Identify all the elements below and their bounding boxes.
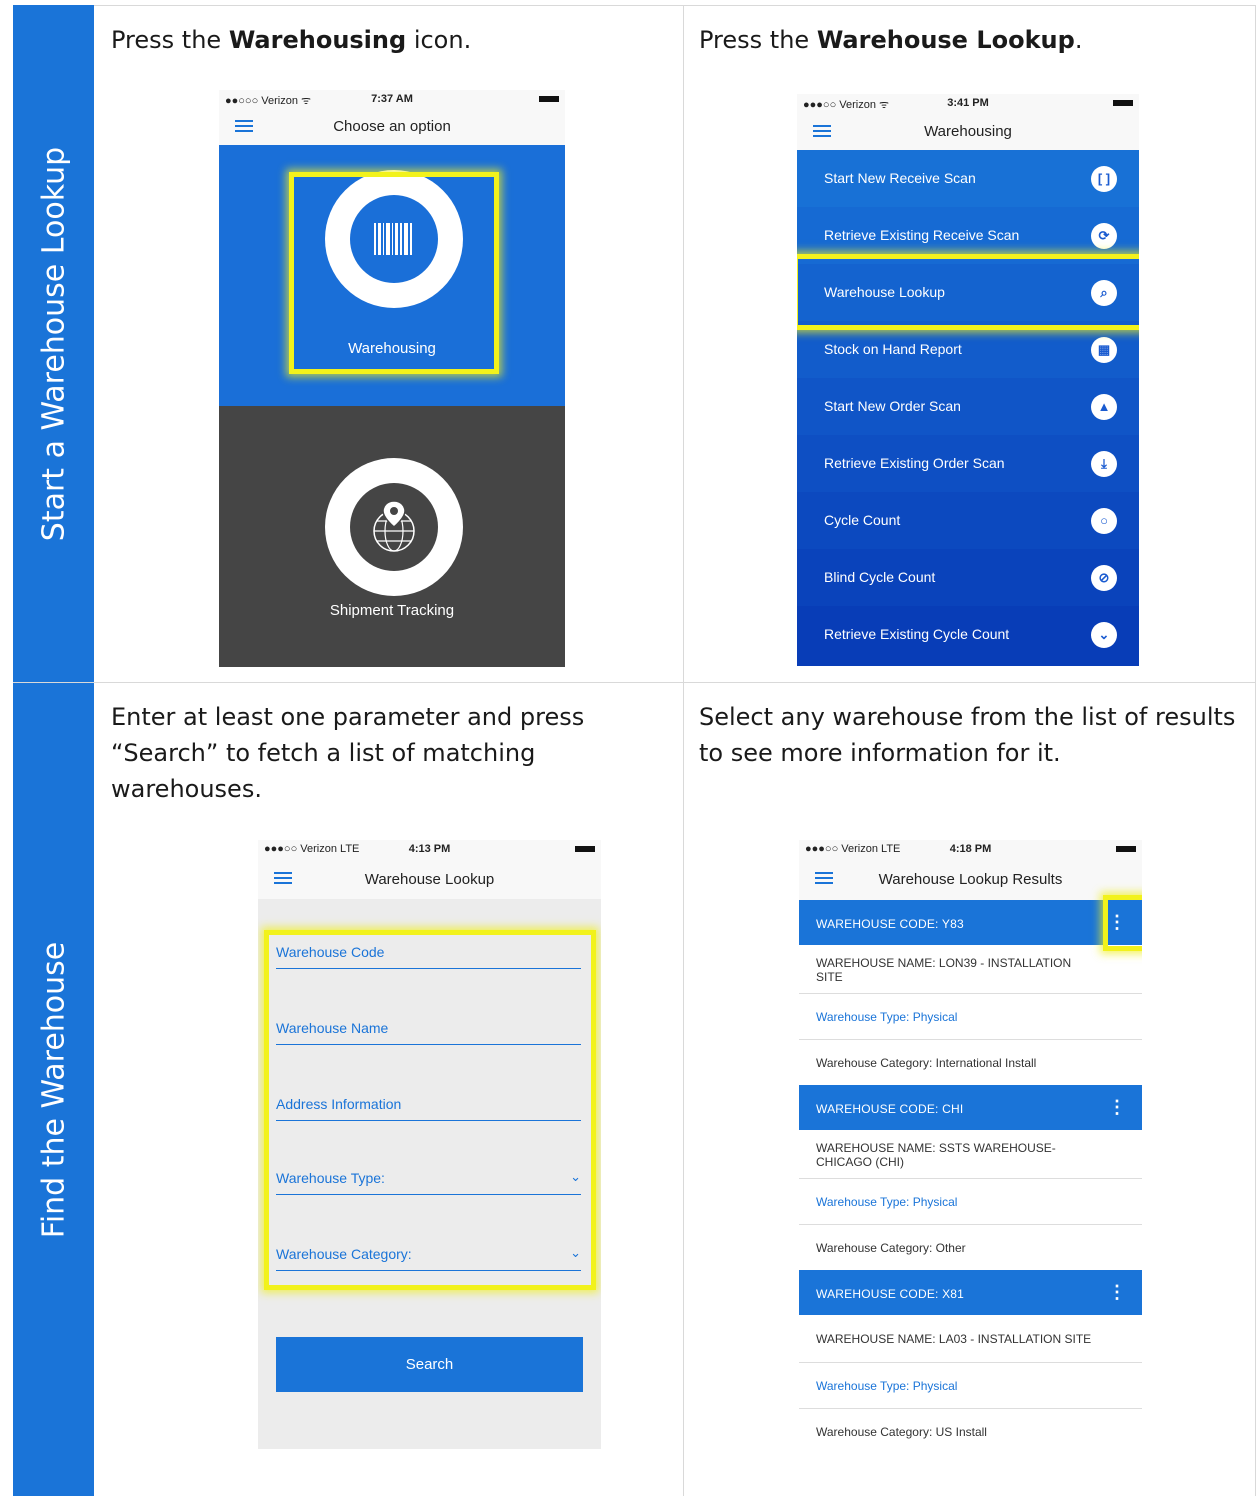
section-start-label: Start a Warehouse Lookup: [36, 146, 71, 541]
nav-bar: Warehouse Lookup: [258, 860, 601, 899]
phone-warehouse-lookup: ●●●○○ Verizon LTE 4:13 PM Warehouse Look…: [258, 840, 601, 1449]
result-header[interactable]: WAREHOUSE CODE: CHI ⋮: [799, 1085, 1142, 1130]
result-name: WAREHOUSE NAME: LON39 - INSTALLATION SITE: [799, 945, 1142, 994]
result-type: Warehouse Type: Physical: [799, 1363, 1142, 1409]
result-name: WAREHOUSE NAME: SSTS WAREHOUSE- CHICAGO (…: [799, 1130, 1142, 1179]
battery-icon: [575, 846, 595, 852]
step2-instruction: Press the Warehouse Lookup.: [699, 26, 1083, 54]
step4-instruction: Select any warehouse from the list of re…: [699, 703, 1236, 767]
globe-pin-icon: [350, 483, 438, 571]
more-options-icon[interactable]: ⋮: [1108, 1097, 1126, 1118]
step1-instruction: Press the Warehousing icon.: [111, 26, 472, 54]
nav-title: Warehouse Lookup Results: [878, 871, 1063, 888]
menu-item-blind-cycle-count[interactable]: Blind Cycle Count ⊘: [797, 549, 1139, 606]
battery-icon: [1116, 846, 1136, 852]
step2-bold: Warehouse Lookup: [816, 26, 1075, 54]
download-icon: ⤓: [1091, 451, 1117, 477]
phone-choose-option: ●●○○○ Verizon ᯤ 7:37 AM Choose an option…: [219, 90, 565, 667]
highlight-box: [1103, 895, 1142, 951]
scan-bracket-icon: [ ]: [1091, 166, 1117, 192]
upload-icon: ▲: [1091, 394, 1117, 420]
nav-bar: Choose an option: [219, 110, 565, 145]
result-header[interactable]: WAREHOUSE CODE: Y83 ⋮: [799, 900, 1142, 945]
blind-circle-icon: ⊘: [1091, 565, 1117, 591]
shipment-circle: [325, 458, 463, 596]
status-bar: ●●●○○ Verizon LTE 4:13 PM: [258, 840, 601, 860]
refresh-icon: ⟳: [1091, 223, 1117, 249]
result-type: Warehouse Type: Physical: [799, 994, 1142, 1040]
nav-bar: Warehouse Lookup Results: [799, 860, 1142, 900]
menu-list: Start New Receive Scan [ ] Retrieve Exis…: [797, 150, 1139, 666]
step3-instruction: Enter at least one parameter and press “…: [111, 703, 585, 803]
nav-title: Warehouse Lookup: [364, 871, 495, 888]
menu-item-retrieve-existing-cycle-count[interactable]: Retrieve Existing Cycle Count ⌄: [797, 606, 1139, 666]
highlight-box: [289, 172, 499, 374]
chevron-circle-icon: ⌄: [1091, 622, 1117, 648]
result-header[interactable]: WAREHOUSE CODE: X81 ⋮: [799, 1270, 1142, 1315]
section-find-sidebar: Find the Warehouse: [13, 683, 94, 1496]
table-top-border: [13, 5, 1256, 6]
more-options-icon[interactable]: ⋮: [1108, 1282, 1126, 1303]
status-bar: ●●●○○ Verizon ᯤ 3:41 PM: [797, 94, 1139, 114]
status-bar: ●●●○○ Verizon LTE 4:18 PM: [799, 840, 1142, 860]
result-name: WAREHOUSE NAME: LA03 - INSTALLATION SITE: [799, 1315, 1142, 1363]
step1-bold: Warehousing: [228, 26, 407, 54]
shipment-tracking-option[interactable]: Shipment Tracking: [219, 406, 565, 667]
column-divider: [683, 5, 684, 1496]
battery-icon: [539, 96, 559, 102]
menu-item-start-new-order-scan[interactable]: Start New Order Scan ▲: [797, 378, 1139, 435]
shipment-tracking-label: Shipment Tracking: [329, 602, 455, 619]
nav-title: Warehousing: [924, 123, 1012, 140]
section-find-label: Find the Warehouse: [36, 941, 71, 1238]
result-category: Warehouse Category: US Install: [816, 1425, 987, 1439]
search-button[interactable]: Search: [276, 1337, 583, 1392]
result-category: Warehouse Category: International Instal…: [816, 1056, 1037, 1070]
menu-item-retrieve-existing-order-scan[interactable]: Retrieve Existing Order Scan ⤓: [797, 435, 1139, 492]
result-category: Warehouse Category: Other: [816, 1241, 966, 1255]
highlight-box: [264, 930, 596, 1290]
nav-bar: Warehousing: [797, 114, 1139, 150]
phone-warehousing-menu: ●●●○○ Verizon ᯤ 3:41 PM Warehousing Star…: [797, 94, 1139, 666]
row-divider: [13, 682, 1256, 683]
section-start-sidebar: Start a Warehouse Lookup: [13, 5, 94, 682]
battery-icon: [1113, 100, 1133, 106]
nav-title: Choose an option: [333, 118, 451, 135]
grid-icon: ▦: [1091, 337, 1117, 363]
highlight-box: [797, 254, 1139, 330]
result-type: Warehouse Type: Physical: [799, 1179, 1142, 1225]
circle-icon: ○: [1091, 508, 1117, 534]
menu-item-start-new-receive-scan[interactable]: Start New Receive Scan [ ]: [797, 150, 1139, 207]
menu-item-cycle-count[interactable]: Cycle Count ○: [797, 492, 1139, 549]
phone-lookup-results: ●●●○○ Verizon LTE 4:18 PM Warehouse Look…: [799, 840, 1142, 1450]
status-bar: ●●○○○ Verizon ᯤ 7:37 AM: [219, 90, 565, 110]
